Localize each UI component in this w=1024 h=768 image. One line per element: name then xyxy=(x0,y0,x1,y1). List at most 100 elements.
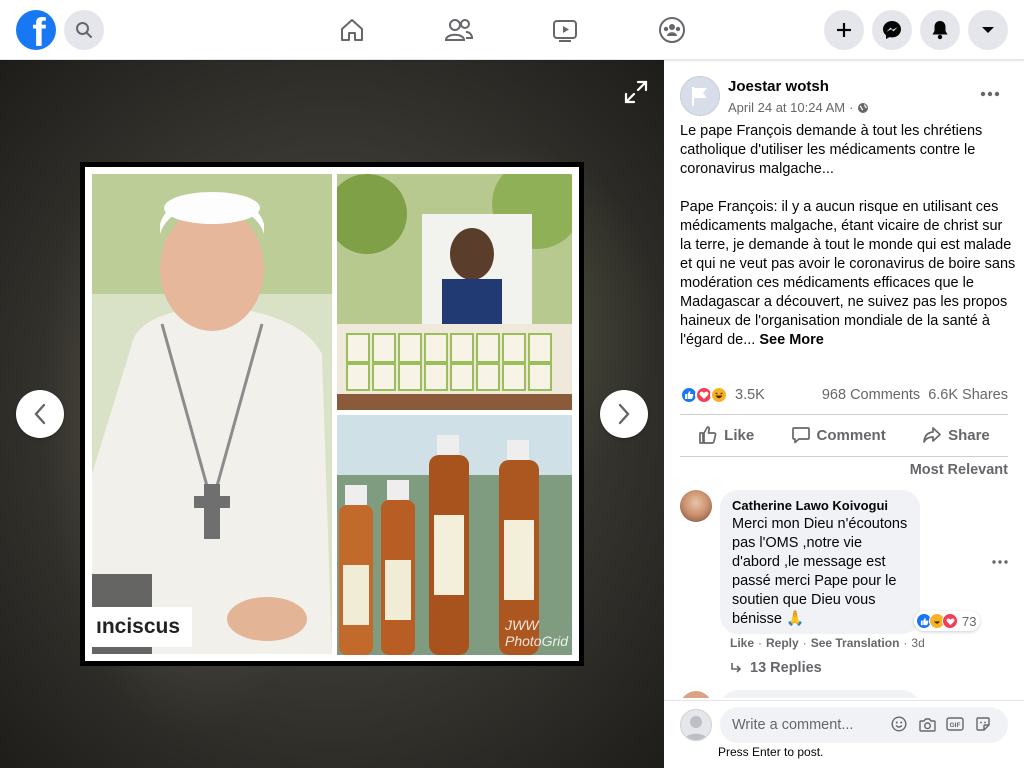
groups-icon xyxy=(659,17,685,43)
photo-collage-products xyxy=(337,174,572,410)
create-button[interactable] xyxy=(824,10,864,50)
nav-home[interactable] xyxy=(336,14,368,46)
expand-icon xyxy=(624,80,648,104)
post-timestamp[interactable]: April 24 at 10:24 AM xyxy=(728,100,845,115)
search-button[interactable] xyxy=(64,10,104,50)
photo-attach-button[interactable] xyxy=(918,715,936,733)
composer-tools: GIF xyxy=(890,715,992,733)
top-navigation-bar: f xyxy=(0,0,1024,60)
comment-like-link[interactable]: Like xyxy=(730,636,754,650)
home-icon xyxy=(341,19,363,41)
photo-collage-portrait xyxy=(92,174,332,654)
love-reaction-icon xyxy=(942,613,958,629)
flag-icon xyxy=(692,87,707,106)
chevron-left-icon xyxy=(34,403,46,425)
comment-label: Comment xyxy=(816,426,886,444)
post-meta: April 24 at 10:24 AM · xyxy=(728,100,869,115)
like-label: Like xyxy=(724,426,755,444)
more-horizontal-icon xyxy=(992,560,1008,564)
post-body: Le pape François demande à tout les chré… xyxy=(680,123,1016,348)
camera-icon xyxy=(918,717,936,732)
emoji-button[interactable] xyxy=(890,715,908,733)
comment-bubble: Catherine Lawo Koivogui Merci mon Dieu n… xyxy=(720,490,920,634)
post-photo: ınciscus JWW PhotoGrid xyxy=(80,162,584,666)
share-button[interactable]: Share xyxy=(922,425,990,445)
caret-down-icon xyxy=(982,27,994,33)
comments-count[interactable]: 968 Comments xyxy=(822,387,920,403)
globe-icon xyxy=(858,102,869,113)
reaction-summary: 3.5K 968 Comments 6.6K Shares xyxy=(680,384,1008,406)
gif-icon: GIF xyxy=(946,717,964,731)
portrait-illustration xyxy=(92,174,332,654)
comment-composer: GIF Press Enter to post. xyxy=(664,700,1024,768)
notifications-button[interactable] xyxy=(920,10,960,50)
engagement-counts: 968 Comments 6.6K Shares xyxy=(822,387,1008,403)
share-label: Share xyxy=(948,426,990,444)
comment-reply-link[interactable]: Reply xyxy=(766,636,799,650)
sticker-button[interactable] xyxy=(974,715,992,733)
watch-icon xyxy=(553,20,577,42)
comment-text: Merci mon Dieu n'écoutons pas l'OMS ,not… xyxy=(732,516,908,627)
next-comment-partial xyxy=(680,688,1008,698)
photo-watermark: JWW PhotoGrid xyxy=(505,617,569,649)
comment-bubble xyxy=(720,690,920,698)
thumbs-up-icon xyxy=(699,426,717,444)
comment-icon xyxy=(791,427,810,444)
divider xyxy=(680,414,1008,415)
more-horizontal-icon xyxy=(980,91,1000,97)
divider xyxy=(680,456,1008,457)
svg-text:GIF: GIF xyxy=(950,722,961,729)
bell-icon xyxy=(932,21,948,40)
smiley-icon xyxy=(891,716,907,732)
chevron-right-icon xyxy=(618,403,630,425)
nav-friends[interactable] xyxy=(443,14,475,46)
reply-arrow-icon xyxy=(731,663,742,673)
account-menu-button[interactable] xyxy=(968,10,1008,50)
reaction-count[interactable]: 3.5K xyxy=(735,387,765,403)
post-options-button[interactable] xyxy=(974,82,1006,106)
comment-actions: Like · Reply · See Translation · 3d xyxy=(730,636,925,650)
comment-reactions[interactable]: 73 xyxy=(914,611,981,631)
photo-caption-fragment: ınciscus xyxy=(92,607,192,647)
view-replies-link[interactable]: 13 Replies xyxy=(730,660,822,676)
post-details-panel: Joestar wotsh April 24 at 10:24 AM · Le … xyxy=(664,60,1024,768)
friends-icon xyxy=(444,19,474,41)
haha-reaction-icon xyxy=(710,386,728,404)
composer-hint: Press Enter to post. xyxy=(718,745,824,759)
next-photo-button[interactable] xyxy=(600,390,648,438)
replies-count: 13 Replies xyxy=(750,660,822,676)
post-action-bar: Like Comment Share xyxy=(680,416,1008,454)
commenter-avatar[interactable] xyxy=(680,691,712,698)
facebook-logo[interactable]: f xyxy=(16,10,56,50)
messenger-icon xyxy=(883,21,901,39)
plus-icon xyxy=(837,23,851,37)
see-translation-link[interactable]: See Translation xyxy=(811,636,900,650)
meta-separator: · xyxy=(849,100,854,115)
default-avatar-icon xyxy=(684,716,708,740)
post-text: Le pape François demande à tout les chré… xyxy=(680,122,1016,350)
current-user-avatar[interactable] xyxy=(680,709,712,741)
messenger-button[interactable] xyxy=(872,10,912,50)
like-button[interactable]: Like xyxy=(698,425,754,445)
previous-photo-button[interactable] xyxy=(16,390,64,438)
share-icon xyxy=(923,427,941,443)
see-more-link[interactable]: See More xyxy=(759,332,823,348)
products-illustration xyxy=(337,174,572,410)
comment-options-button[interactable] xyxy=(988,550,1012,574)
facebook-logo-letter: f xyxy=(32,11,46,50)
commenter-avatar[interactable] xyxy=(680,490,712,522)
sticker-icon xyxy=(976,717,990,731)
photo-viewer: ınciscus JWW PhotoGrid xyxy=(0,60,664,768)
gif-button[interactable]: GIF xyxy=(946,715,964,733)
comment-button[interactable]: Comment xyxy=(791,425,886,445)
shares-count[interactable]: 6.6K Shares xyxy=(928,387,1008,403)
search-icon xyxy=(76,22,92,38)
author-avatar[interactable] xyxy=(680,76,720,116)
comment-sort-dropdown[interactable]: Most Relevant xyxy=(904,462,1008,478)
comment-time[interactable]: 3d xyxy=(911,636,924,650)
nav-groups[interactable] xyxy=(656,14,688,46)
nav-watch[interactable] xyxy=(549,14,581,46)
post-author-name[interactable]: Joestar wotsh xyxy=(728,78,829,95)
fullscreen-button[interactable] xyxy=(620,76,652,108)
commenter-name[interactable]: Catherine Lawo Koivogui xyxy=(732,498,908,513)
